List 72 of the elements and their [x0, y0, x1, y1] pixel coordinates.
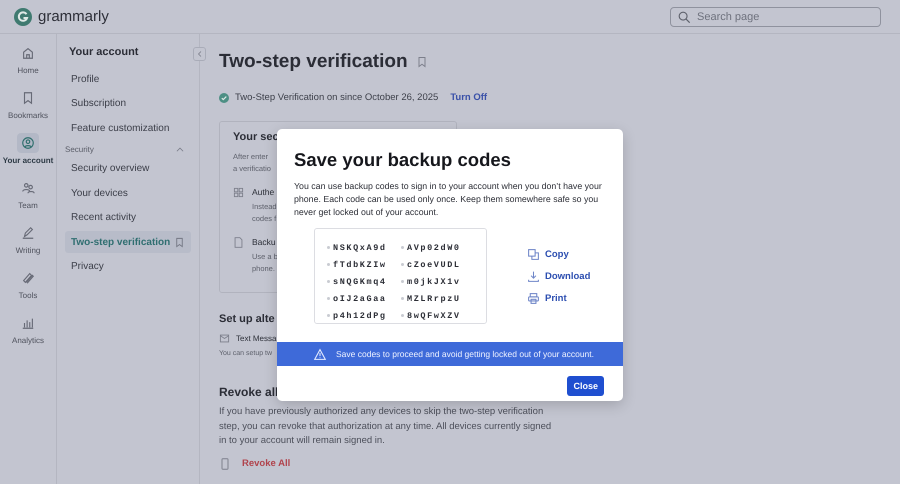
nav-item[interactable]: Writing — [0, 223, 56, 262]
nav-item[interactable]: Analytics — [0, 313, 56, 352]
backup-code: sNQGKmq4 — [327, 274, 401, 289]
nav-item[interactable]: Your account — [0, 133, 56, 172]
dialog-title: Save your backup codes — [294, 149, 512, 171]
backup-code: AVp02dW0 — [401, 240, 475, 255]
sidebar-item[interactable]: Profile — [65, 68, 191, 90]
close-button[interactable]: Close — [567, 376, 604, 396]
status-text: Two-Step Verification on since October 26, 2025 — [235, 92, 438, 103]
bookmark-icon — [416, 56, 428, 68]
bookmark-icon — [21, 91, 35, 105]
printer-icon — [527, 292, 540, 304]
backup-code: p4h12dPg — [327, 308, 401, 323]
backup-code: NSKQxA9d — [327, 240, 401, 255]
option-title: Text Messa — [236, 334, 276, 343]
backup-code: oIJ2aGaa — [327, 291, 401, 306]
action-link[interactable]: Copy — [527, 248, 590, 260]
sidebar-title: Your account — [68, 46, 140, 60]
warning-text: Save codes to proceed and avoid getting locked out of your account. — [336, 349, 594, 359]
search-field[interactable]: Search page — [670, 6, 881, 26]
nav-item[interactable]: Home — [0, 43, 56, 82]
option-title: Backu — [252, 237, 276, 247]
nav-item[interactable]: Bookmarks — [0, 88, 56, 127]
bar-chart-icon — [21, 316, 35, 330]
page-title: Two-step verification — [219, 51, 408, 73]
home-icon — [21, 46, 35, 60]
sidebar-item-label: Security overview — [71, 163, 150, 174]
card-title: Your sec — [233, 131, 279, 143]
backup-code: cZoeVUDL — [401, 257, 475, 272]
search-icon — [677, 10, 691, 24]
sidebar-item[interactable]: Your devices — [65, 182, 191, 204]
turn-off-link[interactable]: Turn Off — [450, 92, 488, 103]
collapse-button[interactable] — [193, 47, 206, 61]
revoke-all-link[interactable]: Revoke All — [242, 458, 290, 469]
sidebar-item-label: Privacy — [71, 261, 104, 272]
backup-code: fTdbKZIw — [327, 257, 401, 272]
backup-code: 8wQFwXZV — [401, 308, 475, 323]
nav-item[interactable]: Tools — [0, 268, 56, 307]
logo-text: grammarly — [38, 8, 109, 25]
document-icon — [233, 237, 244, 248]
action-link[interactable]: Download — [527, 270, 590, 282]
logo-icon — [14, 8, 32, 26]
dialog-text: You can use backup codes to sign in to your account when you don’t have your phone. Each code can be used only once. Keep them somewhere safe so you never get locked out of your account. — [294, 180, 603, 219]
person-icon — [21, 136, 35, 150]
revoke-text: If you have previously authorized any devices to skip the two-step verification step, you can revoke that authorization at any time. All devices currently signed in to your account will remain signed in. — [219, 405, 552, 448]
action-link[interactable]: Print — [527, 292, 590, 304]
pencils-icon — [21, 271, 35, 285]
people-icon — [21, 181, 35, 195]
sidebar-item-label: Recent activity — [71, 212, 136, 223]
bookmark-icon — [174, 236, 185, 248]
check-circle-icon — [219, 92, 229, 102]
pen-icon — [21, 226, 35, 240]
sidebar-item-label: Two-step verification — [71, 236, 170, 248]
option-title: Authe — [252, 187, 274, 197]
nav-item[interactable]: Team — [0, 178, 56, 217]
grid-icon — [233, 187, 244, 198]
sidebar-item[interactable]: Security overview — [65, 158, 191, 180]
sidebar-item[interactable]: Privacy — [65, 256, 191, 278]
backup-code: MZLRrpzU — [401, 291, 475, 306]
chevron-left-icon — [196, 50, 204, 58]
envelope-icon — [219, 333, 230, 344]
download-icon — [527, 270, 540, 282]
backup-code: m0jkJX1v — [401, 274, 475, 289]
warning-icon — [313, 348, 327, 360]
section-label: Security — [65, 145, 94, 154]
sidebar-item-label: Your devices — [71, 188, 128, 198]
sidebar-item[interactable]: Feature customization — [65, 117, 191, 139]
phone-icon — [219, 456, 231, 470]
sidebar-item[interactable]: Subscription — [65, 92, 191, 114]
copy-icon — [527, 248, 540, 260]
section-title: Set up alte — [219, 313, 275, 325]
sidebar-item[interactable]: Recent activity — [65, 206, 191, 228]
